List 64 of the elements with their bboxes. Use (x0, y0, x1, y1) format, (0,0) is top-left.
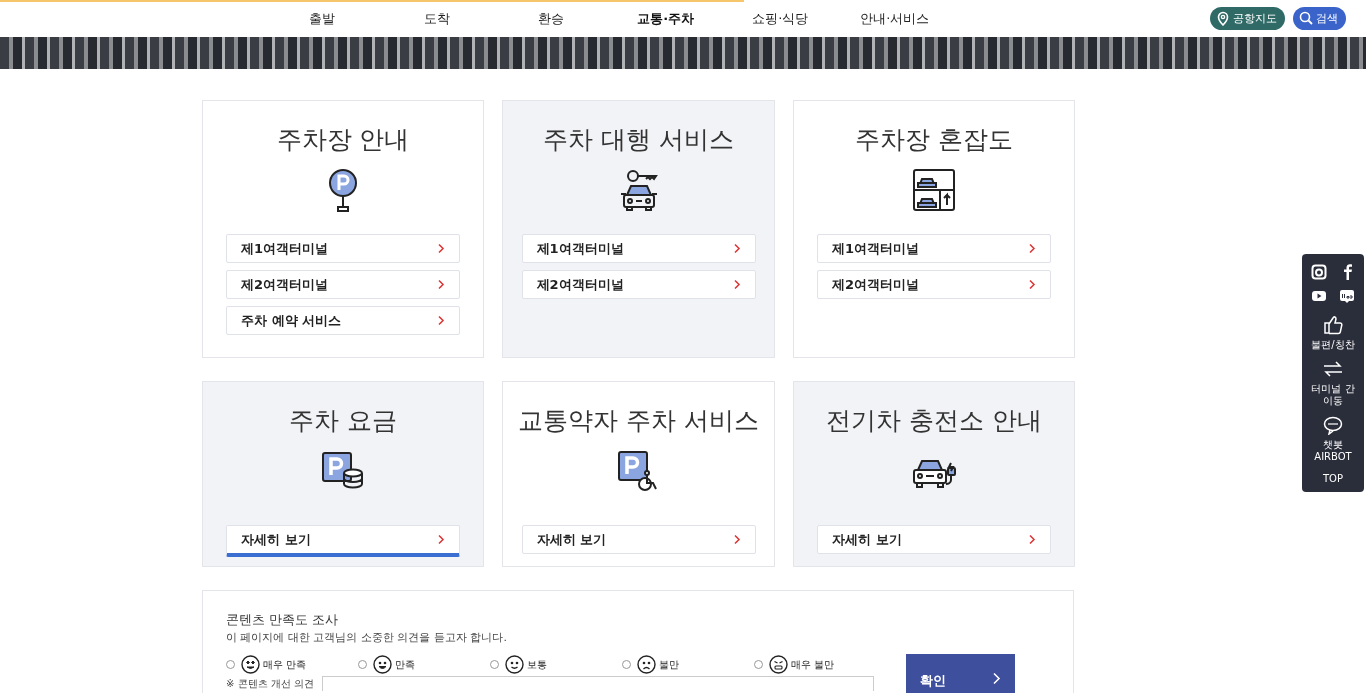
side-link[interactable]: 불편/칭찬 (1304, 314, 1362, 351)
side-link[interactable]: 터미널 간 이동 (1304, 359, 1362, 407)
chevron-right-icon (732, 534, 741, 545)
nav-link[interactable]: 환승 (494, 9, 609, 28)
link-button[interactable]: 제2여객터미널 (226, 270, 460, 299)
card-title: 교통약자 주차 서비스 (518, 405, 759, 437)
instagram-icon (1311, 264, 1327, 280)
chevron-right-icon (437, 315, 445, 326)
thumbs-up-icon (1323, 314, 1343, 335)
face-icon (505, 655, 524, 674)
side-link[interactable]: 챗봇 AIRBOT (1304, 415, 1362, 463)
option-label: 보통 (527, 657, 547, 672)
parking-fee-icon (321, 451, 365, 491)
card-title: 주차장 혼잡도 (855, 124, 1013, 156)
chevron-right-icon (1028, 534, 1036, 545)
chevron-right-icon (732, 243, 741, 254)
nav-link[interactable]: 교통·주차 (608, 9, 723, 28)
link-button[interactable]: 제1여객터미널 (226, 234, 460, 263)
car-with-key-icon (618, 168, 659, 212)
link-button[interactable]: 제2여객터미널 (817, 270, 1051, 299)
option-label: 불만 (659, 657, 679, 672)
nav-link[interactable]: 출발 (265, 9, 380, 28)
survey-description: 이 페이지에 대한 고객님의 소중한 의견을 듣고자 합니다. (226, 630, 508, 645)
card-title: 주차 요금 (289, 405, 397, 437)
face-icon (373, 655, 392, 674)
link-button[interactable]: 자세히 보기 (817, 525, 1051, 554)
parking-lot-icon (912, 168, 956, 212)
face-icon (637, 655, 656, 674)
option-label: 매우 만족 (263, 657, 307, 672)
chat-bubble-icon (1323, 415, 1343, 435)
chevron-right-icon (1028, 243, 1036, 254)
chevron-right-icon (437, 279, 445, 290)
comment-field[interactable] (321, 676, 874, 691)
nav-link[interactable]: 도착 (379, 9, 494, 28)
card-title: 주차 대행 서비스 (543, 124, 734, 156)
search-icon (1299, 11, 1313, 26)
swap-arrows-icon (1323, 359, 1343, 379)
chevron-right-icon (732, 279, 741, 290)
chevron-right-icon (992, 672, 1001, 685)
survey-title: 콘텐츠 만족도 조사 (226, 611, 340, 629)
link-button[interactable]: 주차 예약 서비스 (226, 306, 460, 335)
face-icon (769, 655, 788, 674)
nav-link[interactable]: 안내·서비스 (837, 9, 952, 28)
search-button[interactable]: 검색 (1293, 7, 1346, 30)
nav-link[interactable]: 쇼핑·식당 (723, 9, 838, 28)
link-button[interactable]: 제1여객터미널 (521, 234, 756, 263)
option-label: 매우 불만 (791, 657, 835, 672)
option-label: 만족 (395, 657, 415, 672)
video-play-icon (1311, 288, 1327, 304)
chevron-right-icon (1028, 279, 1036, 290)
link-button[interactable]: 자세히 보기 (226, 525, 460, 557)
top-link[interactable]: TOP (1323, 473, 1343, 484)
card-title: 전기차 충전소 안내 (826, 405, 1042, 437)
card-title: 주차장 안내 (276, 124, 410, 156)
chevron-right-icon (437, 534, 445, 545)
chevron-right-icon (437, 243, 445, 254)
face-icon (241, 655, 260, 674)
submit-button[interactable]: 확인 (906, 654, 1015, 693)
link-button[interactable]: 제1여객터미널 (817, 234, 1051, 263)
map-pin-icon (1216, 11, 1230, 26)
map-button[interactable]: 공항지도 (1210, 7, 1285, 30)
link-button[interactable]: 제2여객터미널 (521, 270, 756, 299)
link-button[interactable]: 자세히 보기 (521, 525, 756, 554)
field-label: ※ 콘텐츠 개선 의견 (226, 677, 314, 691)
